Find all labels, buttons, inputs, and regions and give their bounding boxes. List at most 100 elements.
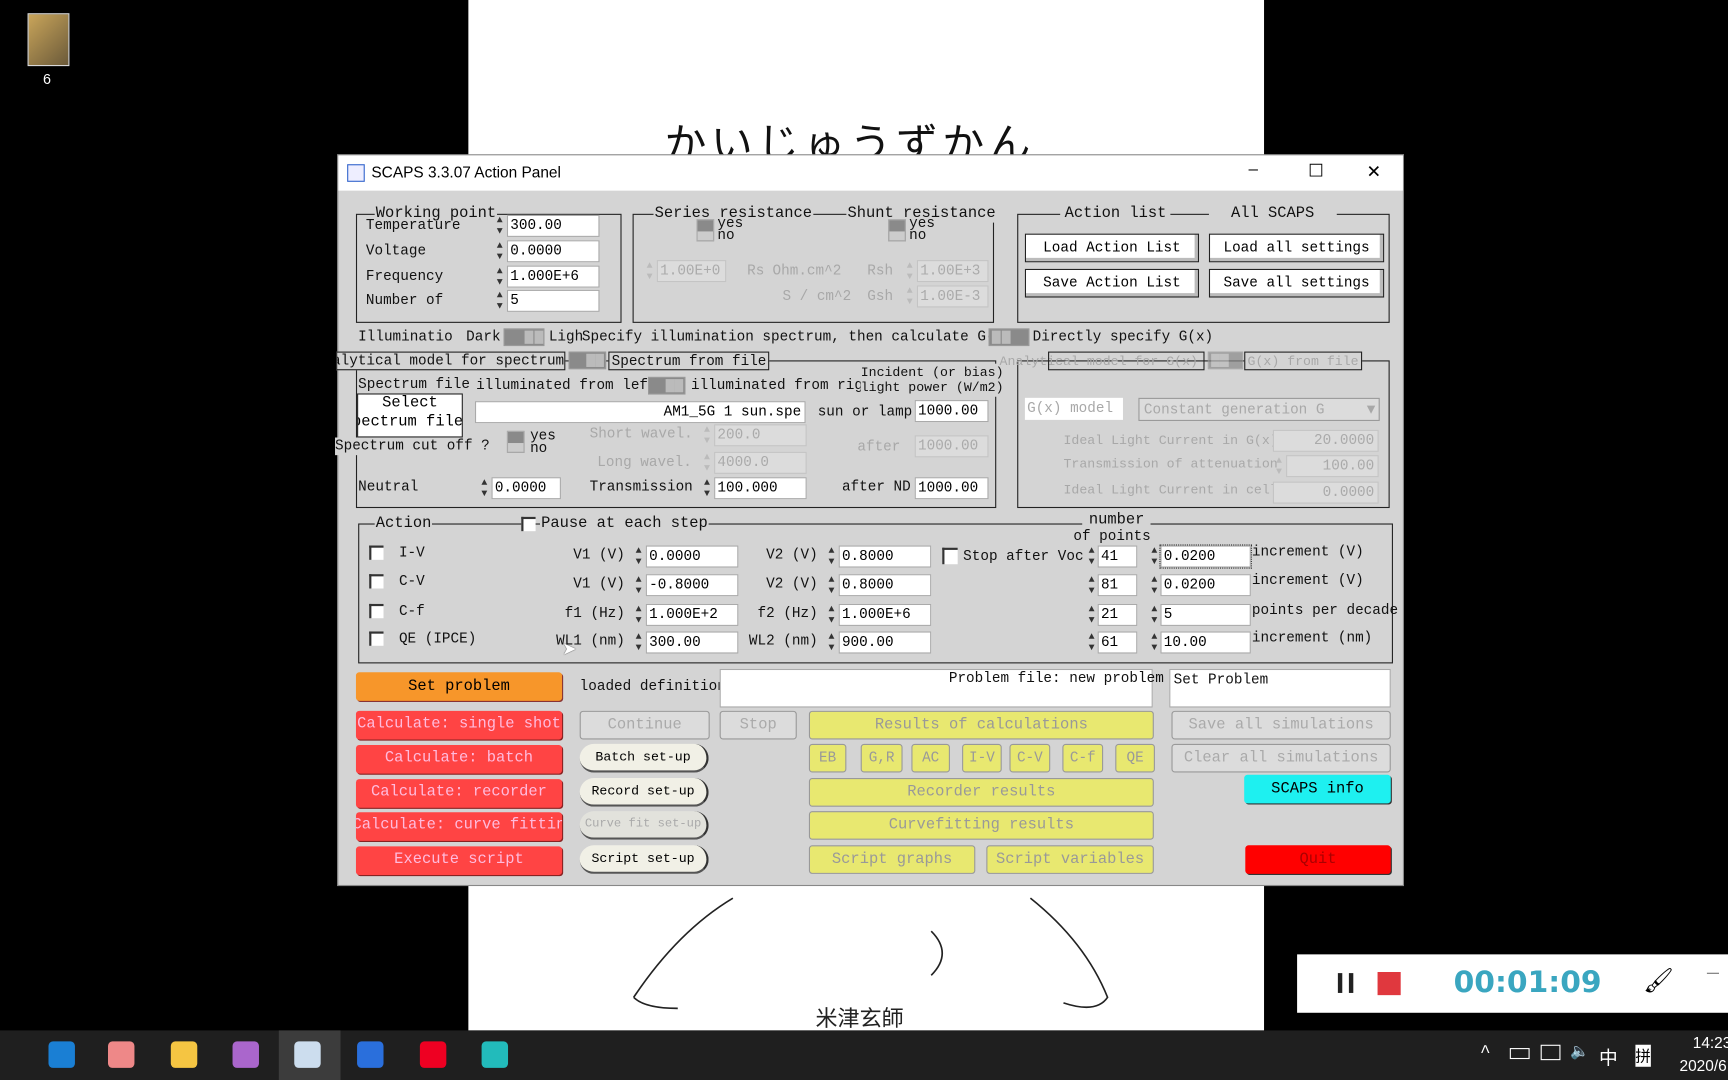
spectrum-source-toggle[interactable] — [568, 351, 607, 370]
points-input[interactable]: 41 — [1097, 545, 1138, 568]
app-icon-2[interactable] — [107, 1041, 135, 1068]
end-param-input[interactable]: 1.000E+6 — [838, 603, 932, 626]
start-param-spinner[interactable]: ▲ ▼ — [633, 604, 645, 626]
action-checkbox[interactable] — [369, 545, 384, 560]
increment-input[interactable]: 5 — [1160, 603, 1251, 626]
load-all-settings-button[interactable]: Load all settings — [1208, 233, 1385, 263]
end-param-spinner[interactable]: ▲ ▼ — [825, 546, 837, 568]
transmission-input[interactable]: 100.000 — [714, 477, 807, 500]
curve-fit-setup-button[interactable]: Curve fit set-up — [579, 811, 709, 840]
after-power-input[interactable]: 1000.00 — [914, 435, 989, 458]
end-param-spinner[interactable]: ▲ ▼ — [825, 604, 837, 626]
neutral-input[interactable]: 0.0000 — [491, 477, 561, 500]
increment-spinner[interactable]: ▲ ▼ — [1148, 604, 1160, 626]
series-yes-no-toggle[interactable] — [696, 219, 715, 242]
result-i-v-button[interactable]: I-V — [962, 743, 1002, 773]
end-param-input[interactable]: 0.8000 — [838, 574, 932, 597]
shunt-yes-no-toggle[interactable] — [888, 219, 906, 242]
volume-icon[interactable]: 🔈 — [1570, 1043, 1589, 1062]
ideal-light-current-cell-input[interactable]: 0.0000 — [1272, 481, 1379, 504]
gx-source-toggle[interactable] — [1207, 351, 1244, 370]
action-checkbox[interactable] — [369, 603, 384, 619]
continue-button[interactable]: Continue — [579, 710, 710, 740]
ime-mode-indicator[interactable]: 中 — [1599, 1043, 1618, 1070]
set-problem-button[interactable]: Set problem — [355, 672, 563, 701]
spectrum-from-file-tab[interactable]: Spectrum from file — [608, 351, 770, 371]
record-setup-button[interactable]: Record set-up — [579, 778, 709, 807]
working-point-spinner[interactable]: ▲ ▼ — [494, 290, 506, 312]
spectrum-gx-toggle[interactable] — [988, 328, 1030, 347]
batch-setup-button[interactable]: Batch set-up — [579, 743, 709, 773]
increment-spinner[interactable]: ▲ ▼ — [1148, 546, 1160, 568]
increment-spinner[interactable]: ▲ ▼ — [1148, 574, 1160, 596]
short-wavelength-input[interactable]: 200.0 — [714, 424, 807, 447]
rs-input[interactable]: 1.00E+0 — [656, 260, 727, 283]
short-wavelength-spinner[interactable]: ▲ ▼ — [701, 424, 713, 446]
end-param-spinner[interactable]: ▲ ▼ — [825, 574, 837, 596]
start-param-spinner[interactable]: ▲ ▼ — [633, 574, 645, 596]
working-point-input[interactable]: 5 — [506, 289, 600, 312]
points-spinner[interactable]: ▲ ▼ — [1086, 631, 1098, 653]
spectrum-cutoff-toggle[interactable] — [506, 430, 525, 453]
minimize-recorder-icon[interactable]: — — [1707, 963, 1719, 985]
gx-model-select[interactable]: Constant generation G ▼ — [1138, 397, 1380, 421]
winrar-icon[interactable] — [232, 1041, 259, 1068]
quit-button[interactable]: Quit — [1245, 845, 1391, 874]
screen-recorder-icon[interactable] — [481, 1041, 509, 1068]
scaps-info-button[interactable]: SCAPS info — [1244, 774, 1391, 804]
increment-input[interactable]: 0.0200 — [1160, 574, 1251, 597]
load-action-list-button[interactable]: Load Action List — [1024, 233, 1200, 263]
result-c-f-button[interactable]: C-f — [1062, 743, 1104, 773]
ime-indicator[interactable]: 拼 — [1635, 1044, 1651, 1067]
scaps-taskbar-icon[interactable] — [294, 1041, 321, 1068]
start-param-spinner[interactable]: ▲ ▼ — [633, 546, 645, 568]
network-icon[interactable] — [1540, 1044, 1561, 1061]
edge-browser-icon[interactable] — [48, 1041, 75, 1068]
long-wavelength-spinner[interactable]: ▲ ▼ — [701, 452, 713, 474]
working-point-spinner[interactable]: ▲ ▼ — [494, 266, 506, 288]
battery-icon[interactable] — [1509, 1048, 1530, 1060]
increment-spinner[interactable]: ▲ ▼ — [1148, 631, 1160, 653]
rs-spinner[interactable]: ▲ ▼ — [644, 260, 656, 282]
clear-all-simulations-button[interactable]: Clear all simulations — [1171, 743, 1391, 773]
save-action-list-button[interactable]: Save Action List — [1024, 268, 1200, 298]
illumination-side-toggle[interactable] — [647, 376, 686, 395]
end-param-spinner[interactable]: ▲ ▼ — [825, 631, 837, 653]
end-param-input[interactable]: 900.00 — [838, 631, 932, 654]
tray-chevron-icon[interactable]: ^ — [1480, 1043, 1491, 1063]
transmission-attenuation-spinner[interactable]: ▲ ▼ — [1273, 455, 1285, 477]
netease-music-icon[interactable] — [419, 1041, 447, 1068]
select-spectrum-file-button[interactable]: Selectspectrum file — [357, 393, 463, 438]
result-gr-button[interactable]: G,R — [860, 743, 903, 773]
after-nd-input[interactable]: 1000.00 — [914, 477, 989, 500]
calculate-curve-fitting-button[interactable]: Calculate: curve fitting — [355, 812, 563, 841]
maximize-button[interactable]: ☐ — [1308, 160, 1324, 182]
sun-lamp-power-input[interactable]: 1000.00 — [914, 400, 989, 423]
recorder-results-button[interactable]: Recorder results — [808, 778, 1154, 807]
stop-button[interactable]: Stop — [719, 710, 797, 740]
ideal-light-current-gx-input[interactable]: 20.0000 — [1272, 429, 1379, 452]
result-c-v-button[interactable]: C-V — [1009, 743, 1051, 773]
desktop-folder-icon[interactable] — [27, 13, 70, 67]
result-qe-button[interactable]: QE — [1115, 743, 1155, 773]
gx-from-file-tab[interactable]: G(x) from file — [1244, 351, 1362, 371]
script-variables-button[interactable]: Script variables — [986, 845, 1154, 874]
working-point-input[interactable]: 1.000E+6 — [506, 265, 600, 288]
calculate-recorder-button[interactable]: Calculate: recorder — [355, 779, 563, 808]
points-input[interactable]: 61 — [1097, 631, 1138, 654]
save-all-simulations-button[interactable]: Save all simulations — [1171, 710, 1391, 740]
long-wavelength-input[interactable]: 4000.0 — [714, 451, 807, 474]
stop-after-voc-checkbox[interactable] — [942, 547, 958, 565]
working-point-spinner[interactable]: ▲ ▼ — [494, 240, 506, 262]
transmission-attenuation-input[interactable]: 100.00 — [1286, 455, 1379, 478]
wps-icon[interactable] — [357, 1041, 384, 1068]
neutral-spinner[interactable]: ▲ ▼ — [478, 477, 490, 499]
pause-each-step-checkbox[interactable] — [521, 516, 536, 532]
working-point-spinner[interactable]: ▲ ▼ — [494, 215, 506, 237]
working-point-input[interactable]: 300.00 — [506, 214, 600, 237]
points-spinner[interactable]: ▲ ▼ — [1086, 546, 1098, 568]
increment-input[interactable]: 0.0200 — [1159, 544, 1252, 569]
rsh-input[interactable]: 1.00E+3 — [916, 260, 989, 283]
script-graphs-button[interactable]: Script graphs — [808, 845, 976, 874]
rsh-spinner[interactable]: ▲ ▼ — [904, 260, 916, 282]
